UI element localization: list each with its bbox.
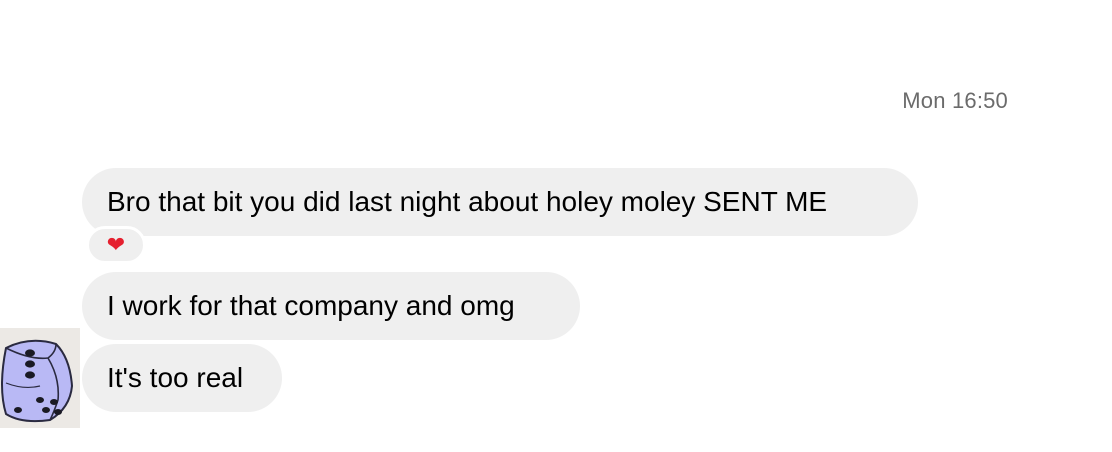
message-text: Bro that bit you did last night about ho… xyxy=(107,186,828,217)
message-timestamp: Mon 16:50 xyxy=(902,88,1008,113)
incoming-message-bubble[interactable]: I work for that company and omg xyxy=(82,272,580,340)
message-text: It's too real xyxy=(107,362,244,393)
heart-reaction[interactable]: ❤ xyxy=(86,226,146,264)
sender-avatar[interactable] xyxy=(0,328,80,428)
incoming-message-bubble[interactable]: Bro that bit you did last night about ho… xyxy=(82,168,918,236)
incoming-message-bubble[interactable]: It's too real xyxy=(82,344,282,412)
dice-icon xyxy=(1,339,74,423)
message-text: I work for that company and omg xyxy=(107,290,515,321)
heart-icon: ❤ xyxy=(106,233,126,258)
